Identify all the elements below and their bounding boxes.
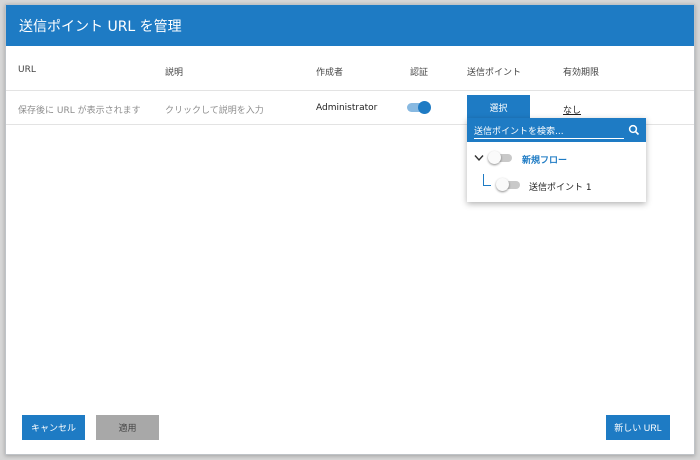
expiry-link[interactable]: なし <box>563 103 581 116</box>
dialog-title: 送信ポイント URL を管理 <box>19 18 182 35</box>
column-header-expiry: 有効期限 <box>563 68 600 78</box>
column-header-auth: 認証 <box>410 68 429 78</box>
cancel-button[interactable]: キャンセル <box>22 415 85 440</box>
search-icon[interactable] <box>628 124 640 136</box>
column-header-send-point: 送信ポイント <box>467 68 522 78</box>
auth-toggle[interactable] <box>407 101 431 114</box>
description-field[interactable]: クリックして説明を入力 <box>165 103 264 116</box>
new-url-button[interactable]: 新しい URL <box>606 415 670 440</box>
send-point-dropdown: 送信ポイントを検索... 新規フロー 送信ポイント 1 <box>467 118 646 202</box>
column-header-author: 作成者 <box>316 68 344 78</box>
column-header-url: URL <box>18 65 36 75</box>
column-header-description: 説明 <box>165 68 184 78</box>
flow-label: 新規フロー <box>522 156 568 166</box>
send-point-label: 送信ポイント 1 <box>529 183 592 193</box>
send-point-toggle[interactable] <box>496 178 520 191</box>
auth-toggle-knob <box>418 101 431 114</box>
dropdown-search-bar: 送信ポイントを検索... <box>467 118 646 142</box>
send-point-search-input[interactable]: 送信ポイントを検索... <box>474 124 624 139</box>
table-header: URL 説明 作成者 認証 送信ポイント 有効期限 <box>6 47 694 91</box>
apply-button[interactable]: 適用 <box>96 415 159 440</box>
tree-connector <box>483 174 491 186</box>
chevron-down-icon[interactable] <box>474 154 484 162</box>
send-point-toggle-knob <box>496 178 509 191</box>
flow-toggle[interactable] <box>488 151 512 164</box>
manage-url-dialog: 送信ポイント URL を管理 URL 説明 作成者 認証 送信ポイント 有効期限… <box>5 4 695 455</box>
dialog-title-bar: 送信ポイント URL を管理 <box>6 5 694 46</box>
author-value: Administrator <box>316 103 378 113</box>
flow-toggle-knob <box>488 151 501 164</box>
select-send-point-button[interactable]: 選択 <box>467 95 530 120</box>
url-placeholder: 保存後に URL が表示されます <box>18 106 141 116</box>
